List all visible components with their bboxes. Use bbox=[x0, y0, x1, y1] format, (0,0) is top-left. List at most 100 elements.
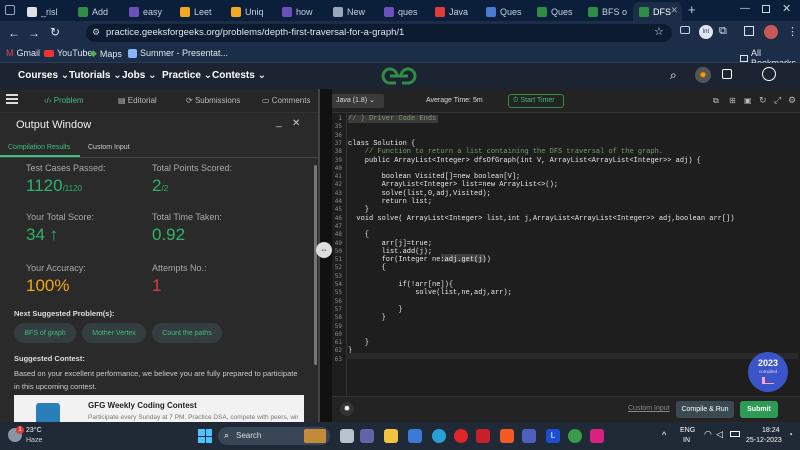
nav-tutorials[interactable]: Tutorials ⌄ bbox=[69, 70, 122, 81]
editor-scrollbar[interactable] bbox=[346, 353, 798, 359]
site-info-icon[interactable]: ⚙ bbox=[92, 27, 100, 38]
brave-icon[interactable] bbox=[500, 429, 514, 443]
close-window-button[interactable]: ✕ bbox=[782, 2, 791, 15]
browser-tab[interactable]: Ques bbox=[531, 2, 580, 21]
user-icon[interactable] bbox=[762, 67, 776, 81]
suggested-problem-mother-vertex[interactable]: Mother Vertex bbox=[82, 323, 146, 343]
gfg-logo[interactable] bbox=[380, 67, 418, 85]
intellij-icon[interactable] bbox=[590, 429, 604, 443]
task-view-icon[interactable] bbox=[340, 429, 354, 443]
pane-splitter[interactable]: ⇔ bbox=[316, 89, 332, 422]
battery-icon[interactable] bbox=[730, 431, 740, 437]
opera-icon[interactable] bbox=[454, 429, 468, 443]
meet-icon[interactable] bbox=[360, 429, 374, 443]
settings-icon[interactable]: ⚙ bbox=[788, 95, 796, 106]
nav-practice[interactable]: Practice ⌄ bbox=[162, 70, 212, 81]
back-icon[interactable]: ← bbox=[8, 26, 20, 40]
minimize-output-button[interactable]: _ bbox=[276, 117, 282, 128]
wifi-icon[interactable]: ◠ bbox=[704, 429, 712, 440]
reset-icon[interactable]: ↻ bbox=[759, 95, 767, 106]
tab-submissions[interactable]: ⟳ Submissions bbox=[186, 96, 240, 105]
tab-problem[interactable]: ‹/› Problem bbox=[44, 96, 84, 105]
code-line[interactable]: } bbox=[348, 339, 369, 347]
code-editor[interactable]: 1 // } Driver Code Ends 35 36 37 class Soluti… bbox=[332, 113, 800, 396]
contest-card[interactable]: GFG Weekly Coding Contest Participate ev… bbox=[14, 395, 304, 422]
browser-tab[interactable]: Java bbox=[429, 2, 478, 21]
code-line[interactable]: class Solution { bbox=[348, 140, 415, 148]
clock-time[interactable]: 18:24 bbox=[762, 427, 780, 434]
browser-tab[interactable]: BFS o bbox=[582, 2, 631, 21]
subtab-custom-input[interactable]: Custom Input bbox=[88, 144, 130, 151]
code-line[interactable]: } bbox=[348, 314, 386, 322]
browser-tab[interactable]: _risl bbox=[21, 2, 70, 21]
teams-icon[interactable] bbox=[522, 429, 536, 443]
mcafee-icon[interactable] bbox=[476, 429, 490, 443]
browser-tab[interactable]: easy bbox=[123, 2, 172, 21]
code-line[interactable]: arr[j]=true; bbox=[348, 240, 432, 248]
code-line[interactable]: if(!arr[ne]){ bbox=[348, 281, 453, 289]
reload-icon[interactable]: ↻ bbox=[50, 25, 60, 39]
browser-tab[interactable]: Leet bbox=[174, 2, 223, 21]
bookmark-gmail[interactable]: M Gmail bbox=[6, 48, 40, 58]
menu-kebab-icon[interactable]: ⋮ bbox=[787, 25, 798, 38]
l-app-icon[interactable]: L bbox=[546, 429, 560, 443]
code-line[interactable]: ArrayList<Integer> list=new ArrayList<>(… bbox=[348, 181, 558, 189]
bookmark-maps[interactable]: ◆ Maps bbox=[90, 48, 122, 59]
language-indicator[interactable]: ENG bbox=[680, 427, 695, 434]
code-line[interactable]: list.add(j); bbox=[348, 248, 432, 256]
subtab-compilation-results[interactable]: Compilation Results bbox=[8, 144, 70, 151]
tray-chevron-icon[interactable]: ^ bbox=[662, 430, 666, 440]
compile-run-button[interactable]: Compile & Run bbox=[676, 401, 734, 418]
code-line[interactable]: boolean Visited[]=new boolean[V]; bbox=[348, 173, 521, 181]
bookmark-star-icon[interactable]: ☆ bbox=[654, 25, 664, 38]
volume-icon[interactable]: ◁ bbox=[716, 429, 723, 440]
splitter-handle-icon[interactable]: ⇔ bbox=[316, 242, 332, 258]
format-icon[interactable]: ▣ bbox=[744, 96, 752, 105]
extensions-icon[interactable]: ⧉ bbox=[719, 25, 727, 38]
camera-icon[interactable] bbox=[680, 26, 690, 34]
snippet-icon[interactable]: ⊞ bbox=[729, 96, 736, 105]
start-timer-button[interactable]: ⏱ Start Timer bbox=[508, 94, 564, 108]
code-line[interactable]: solve(list,0,adj,Visited); bbox=[348, 190, 491, 198]
code-line[interactable]: for(Integer ne:adj.get(j)) bbox=[348, 256, 491, 264]
browser-tab[interactable]: Ques bbox=[480, 2, 529, 21]
browser-tab[interactable]: ques bbox=[378, 2, 427, 21]
code-line[interactable]: // Function to return a list containing … bbox=[348, 148, 663, 156]
theme-toggle-icon[interactable]: ✹ bbox=[695, 67, 711, 83]
notifications-icon[interactable]: ◔ bbox=[788, 430, 793, 439]
nav-courses[interactable]: Courses ⌄ bbox=[18, 70, 69, 81]
code-line[interactable]: public ArrayList<Integer> dfsOfGraph(int… bbox=[348, 157, 701, 165]
region-indicator[interactable]: IN bbox=[683, 437, 690, 444]
custom-input-link[interactable]: Custom Input bbox=[628, 405, 670, 412]
language-select[interactable]: Java (1.8) ⌄ bbox=[332, 94, 384, 108]
copy-icon[interactable]: ⧉ bbox=[713, 96, 719, 106]
nav-jobs[interactable]: Jobs ⌄ bbox=[122, 70, 157, 81]
edge-icon[interactable] bbox=[432, 429, 446, 443]
code-line[interactable]: return list; bbox=[348, 198, 432, 206]
tab-list-icon[interactable] bbox=[5, 5, 15, 15]
code-line[interactable]: solve(list,ne,adj,arr); bbox=[348, 289, 512, 297]
minimize-window-button[interactable]: — bbox=[740, 3, 750, 14]
code-line[interactable]: } bbox=[348, 206, 369, 214]
taskbar-search[interactable]: ⌕ Search bbox=[218, 427, 330, 445]
code-line[interactable]: void solve( ArrayList<Integer> list,int … bbox=[348, 215, 734, 223]
side-panel-icon[interactable] bbox=[744, 26, 754, 36]
bookmark-youtube[interactable]: YouTube bbox=[44, 48, 92, 58]
suggested-problem-count-paths[interactable]: Count the paths bbox=[152, 323, 222, 343]
browser-tab[interactable]: Uniq bbox=[225, 2, 274, 21]
browser-tab[interactable]: DFS ✕ bbox=[633, 2, 682, 21]
profile-badge[interactable]: lnt bbox=[699, 25, 713, 39]
submit-button[interactable]: Submit bbox=[740, 401, 778, 418]
avatar[interactable] bbox=[764, 25, 778, 39]
close-tab-icon[interactable]: ✕ bbox=[670, 5, 678, 16]
start-windows-icon[interactable] bbox=[198, 429, 212, 443]
weather-desc[interactable]: Haze bbox=[26, 437, 42, 444]
search-icon[interactable]: ⌕ bbox=[670, 68, 677, 83]
fullscreen-icon[interactable]: ⤢ bbox=[774, 95, 781, 106]
file-explorer-icon[interactable] bbox=[384, 429, 398, 443]
code-line[interactable]: { bbox=[348, 231, 369, 239]
year-badge[interactable]: 2023 compiled bbox=[748, 352, 788, 392]
store-icon[interactable] bbox=[408, 429, 422, 443]
nav-contests[interactable]: Contests ⌄ bbox=[212, 70, 266, 81]
forward-icon[interactable]: → bbox=[28, 26, 40, 40]
